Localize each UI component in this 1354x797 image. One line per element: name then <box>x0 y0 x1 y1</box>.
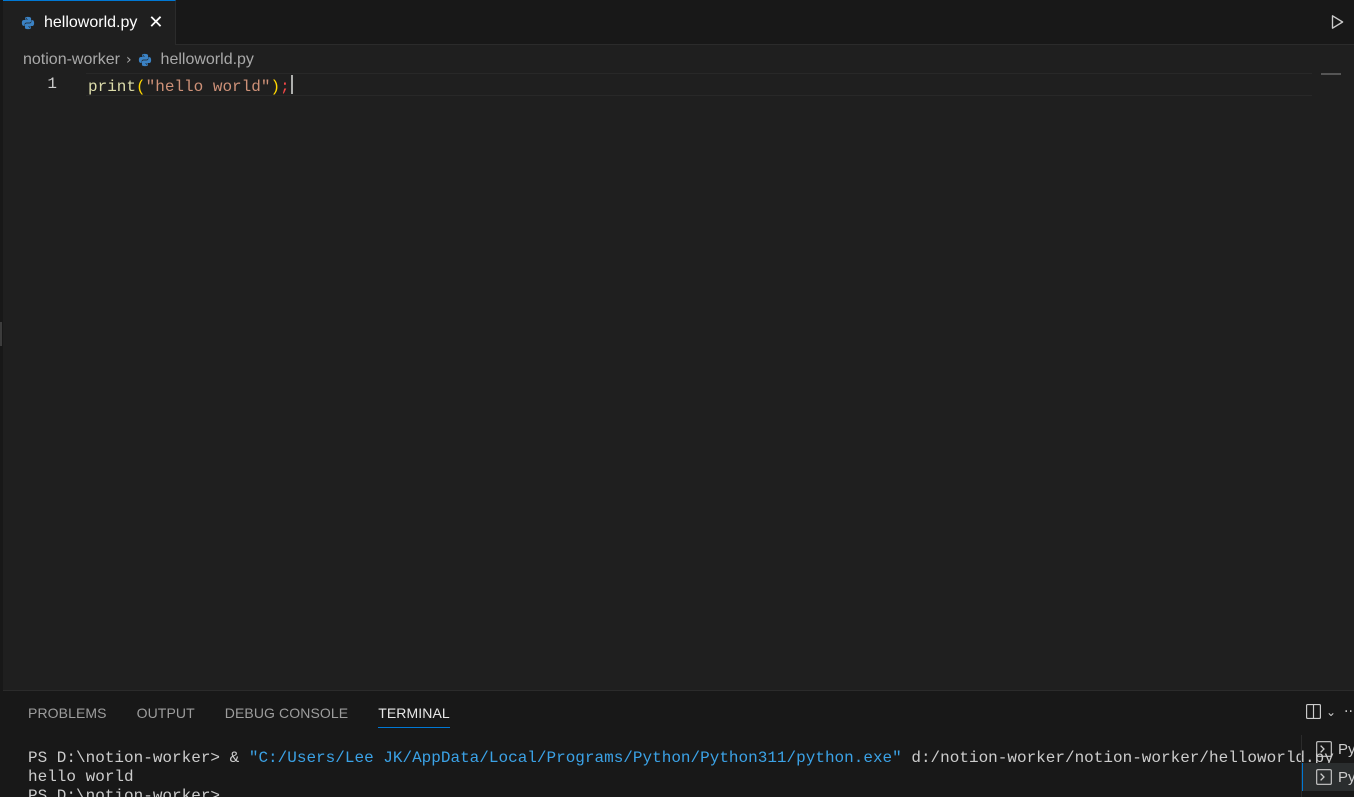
play-icon <box>1331 15 1344 29</box>
code-token-function: print <box>88 78 137 96</box>
sash-handle[interactable] <box>0 322 2 346</box>
terminal-line: PS D:\notion-worker> & "C:/Users/Lee JK/… <box>28 749 1334 768</box>
terminal-instance-label: Py <box>1338 740 1354 758</box>
terminal-instance[interactable]: Py <box>1302 763 1354 791</box>
code-token-string: "hello world" <box>145 78 271 96</box>
code-token-paren: ( <box>136 78 146 96</box>
python-icon <box>21 16 35 30</box>
split-terminal-icon[interactable] <box>1305 703 1322 720</box>
terminal-instance[interactable]: Py <box>1302 735 1354 763</box>
code-token-paren: ) <box>270 78 281 96</box>
breadcrumb-folder[interactable]: notion-worker <box>23 51 120 69</box>
chevron-down-icon[interactable]: ⌄ <box>1326 705 1336 719</box>
editor-tab-helloworld[interactable]: helloworld.py ✕ <box>3 0 176 45</box>
terminal-line: PS D:\notion-worker> <box>28 787 230 797</box>
editor-tab-bar: helloworld.py ✕ <box>3 0 1354 45</box>
tab-problems[interactable]: PROBLEMS <box>28 705 107 728</box>
code-line[interactable]: print("hello world"); <box>88 75 293 96</box>
terminal-instance-label: Py <box>1338 768 1354 786</box>
minimap[interactable] <box>1321 73 1341 75</box>
terminal-line: hello world <box>28 768 134 786</box>
panel-actions: ⌄ ··· <box>1305 703 1354 720</box>
tab-terminal[interactable]: TERMINAL <box>378 705 450 728</box>
terminal-icon <box>1316 741 1332 757</box>
code-editor[interactable]: 1 print("hello world"); <box>3 72 1354 690</box>
bottom-panel: PROBLEMS OUTPUT DEBUG CONSOLE TERMINAL ⌄… <box>3 690 1354 797</box>
breadcrumb: notion-worker › helloworld.py <box>23 49 254 71</box>
code-token-semicolon: ; <box>280 78 290 96</box>
terminal-arg: d:/notion-worker/notion-worker/helloworl… <box>901 749 1334 767</box>
terminal-output[interactable]: PS D:\notion-worker> & "C:/Users/Lee JK/… <box>28 749 1334 797</box>
run-python-file-button[interactable] <box>1328 13 1346 31</box>
chevron-right-icon: › <box>125 52 132 68</box>
more-actions-icon[interactable]: ··· <box>1344 704 1354 720</box>
breadcrumb-file[interactable]: helloworld.py <box>138 51 254 69</box>
line-number: 1 <box>47 75 57 93</box>
panel-tab-bar: PROBLEMS OUTPUT DEBUG CONSOLE TERMINAL <box>28 705 450 728</box>
tab-label: helloworld.py <box>44 14 138 31</box>
terminal-icon <box>1316 769 1332 785</box>
vscode-window: helloworld.py ✕ notion-worker › hellowor… <box>0 0 1354 797</box>
tab-debug-console[interactable]: DEBUG CONSOLE <box>225 705 348 728</box>
terminal-exe-path: "C:/Users/Lee JK/AppData/Local/Programs/… <box>248 749 902 767</box>
text-cursor <box>290 75 293 94</box>
tab-output[interactable]: OUTPUT <box>137 705 195 728</box>
python-icon <box>138 53 152 67</box>
terminal-instance-list: Py Py <box>1301 735 1354 797</box>
breadcrumb-file-label: helloworld.py <box>160 51 254 68</box>
close-icon[interactable]: ✕ <box>148 14 163 32</box>
terminal-prompt: PS D:\notion-worker> & <box>28 749 249 767</box>
